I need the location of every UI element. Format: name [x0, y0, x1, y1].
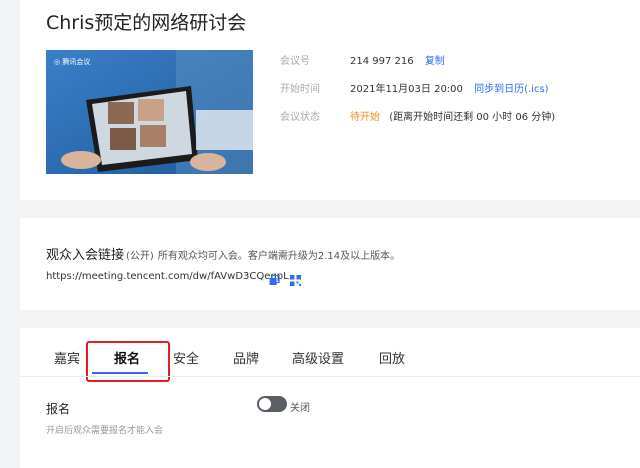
- status-badge: 待开始: [350, 112, 380, 123]
- toggle-knob: [259, 398, 271, 410]
- start-time: 2021年11月03日 20:00: [350, 84, 463, 95]
- meeting-id-label: 会议号: [280, 56, 310, 67]
- registration-description: 开启后观众需要报名才能入会: [46, 426, 164, 436]
- tab-playback[interactable]: 回放: [379, 348, 405, 367]
- tabs-divider: [20, 376, 640, 377]
- sync-calendar-link[interactable]: 同步到日历(.ics): [474, 84, 548, 95]
- tab-guests[interactable]: 嘉宾: [54, 348, 80, 367]
- audience-link-note: 所有观众均可入会。客户端需升级为2.14及以上版本。: [157, 251, 401, 262]
- audience-link-title: 观众入会链接: [46, 248, 125, 263]
- meeting-id-value: 214 997 216 复制: [350, 52, 445, 67]
- registration-toggle-label: 关闭: [290, 403, 310, 414]
- start-time-label: 开始时间: [280, 84, 320, 95]
- tab-branding[interactable]: 品牌: [233, 348, 259, 367]
- registration-toggle[interactable]: [257, 396, 287, 412]
- status-detail: (距离开始时间还剩 00 小时 06 分钟): [389, 112, 556, 123]
- audience-link-heading: 观众入会链接 (公开) 所有观众均可入会。客户端需升级为2.14及以上版本。: [46, 244, 400, 263]
- copy-meeting-id-link[interactable]: 复制: [425, 56, 445, 67]
- tab-advanced-settings[interactable]: 高级设置: [292, 348, 344, 367]
- meeting-title: Chris预定的网络研讨会: [46, 12, 247, 34]
- audience-link-card: 观众入会链接 (公开) 所有观众均可入会。客户端需升级为2.14及以上版本。 htt…: [20, 218, 640, 310]
- svg-text:◎ 腾讯会议: ◎ 腾讯会议: [54, 57, 90, 66]
- settings-card: 嘉宾 报名 安全 品牌 高级设置 回放 报名 开启后观众需要报名才能入会 关闭: [20, 328, 640, 468]
- copy-icon[interactable]: [269, 271, 280, 290]
- meeting-cover-image: ◎ 腾讯会议: [46, 50, 253, 174]
- registration-label: 报名: [46, 402, 71, 416]
- meeting-info-card: Chris预定的网络研讨会 ◎ 腾讯会议 会议号 214 997 216 复制 …: [20, 0, 640, 200]
- status-value: 待开始 (距离开始时间还剩 00 小时 06 分钟): [350, 108, 555, 123]
- qrcode-icon[interactable]: [290, 271, 301, 290]
- status-label: 会议状态: [280, 112, 320, 123]
- tab-security[interactable]: 安全: [173, 348, 199, 367]
- audience-url[interactable]: https://meeting.tencent.com/dw/fAVwD3CQe…: [46, 271, 289, 282]
- start-time-value: 2021年11月03日 20:00 同步到日历(.ics): [350, 80, 549, 95]
- public-tag: (公开): [126, 251, 154, 262]
- meeting-id: 214 997 216: [350, 56, 414, 67]
